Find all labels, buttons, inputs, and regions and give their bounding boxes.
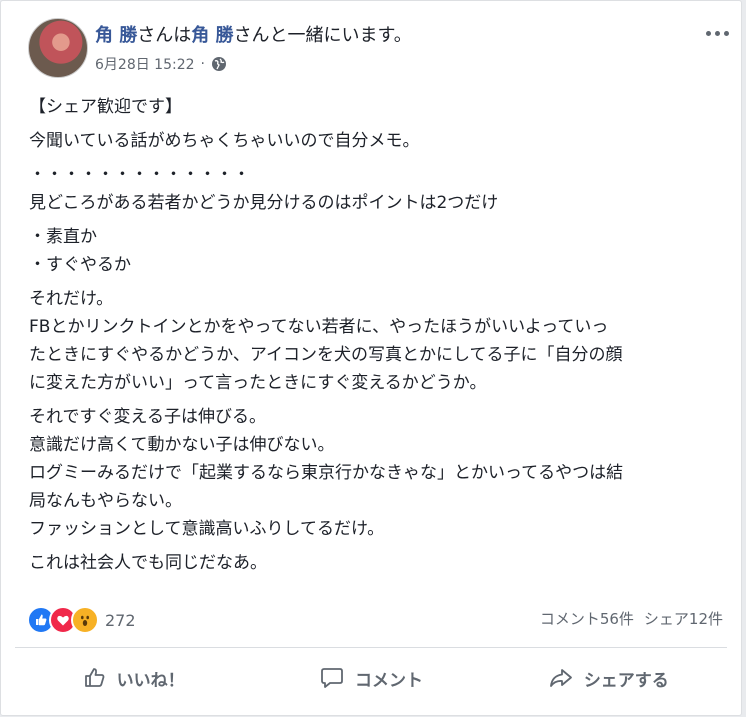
- post-body: 【シェア歓迎です】 今聞いている話がめちゃくちゃいいので自分メモ。 ・・・・・・…: [29, 93, 729, 577]
- share-count-link[interactable]: シェア12件: [644, 608, 723, 629]
- with-text-1: さんは: [137, 25, 192, 46]
- post-line: それですぐ変える子は伸びる。: [29, 407, 266, 427]
- comment-bubble-icon: [321, 668, 343, 688]
- share-arrow-icon: [549, 669, 572, 687]
- with-text-2: さんと一緒にいます。: [233, 25, 412, 46]
- like-button[interactable]: いいね！: [15, 652, 252, 704]
- post-line: 意識だけ高くて動かない子は伸びない。: [29, 435, 335, 455]
- post-line: これは社会人でも同じだなあ。: [29, 553, 267, 573]
- post-line: ファッションとして意識高いふりしてるだけ。: [29, 519, 385, 539]
- post-line: たときにすぐやるかどうか、アイコンを犬の写真とかにしてる子に「自分の顔: [29, 345, 623, 365]
- share-button[interactable]: シェアする: [490, 652, 727, 704]
- author-avatar[interactable]: [28, 18, 88, 78]
- wow-icon: [71, 606, 99, 634]
- post-line: ・・・・・・・・・・・・・: [29, 165, 250, 185]
- post-line: ・すぐやるか: [29, 255, 131, 275]
- timestamp-link[interactable]: 6月28日 15:22: [95, 54, 195, 74]
- thumbs-up-icon: [84, 668, 105, 687]
- post-line: ログミーみるだけで「起業するなら東京行かなきゃな」とかいってるやつは結: [29, 463, 624, 483]
- post-line: 見どころがある若者かどうか見分けるのはポイントは2つだけ: [29, 193, 499, 213]
- globe-icon[interactable]: [211, 56, 227, 72]
- action-bar: いいね！ コメント シェアする: [15, 652, 727, 704]
- share-button-label: シェアする: [583, 670, 669, 691]
- post-line: 今聞いている話がめちゃくちゃいいので自分メモ。: [29, 131, 420, 151]
- post-line: 【シェア歓迎です】: [29, 97, 182, 117]
- comment-button-label: コメント: [354, 670, 423, 691]
- like-button-label: いいね！: [116, 670, 185, 691]
- post-line: それだけ。: [29, 289, 114, 309]
- author-name-link[interactable]: 角 勝: [95, 25, 137, 46]
- post-line: ・素直か: [29, 227, 97, 247]
- comment-button[interactable]: コメント: [252, 652, 489, 704]
- post-line: 局なんもやらない。: [29, 491, 182, 511]
- post-card: 角 勝さんは角 勝さんと一緒にいます。 6月28日 15:22 · 【シェア歓迎…: [0, 0, 742, 716]
- reactions-summary[interactable]: 272: [27, 606, 136, 634]
- more-options-icon[interactable]: [701, 23, 733, 43]
- divider: [15, 647, 727, 648]
- post-line: に変えた方がいい」って言ったときにすぐ変えるかどうか。: [29, 373, 487, 393]
- post-meta: 6月28日 15:22 ·: [95, 54, 227, 74]
- author-line: 角 勝さんは角 勝さんと一緒にいます。: [95, 21, 412, 47]
- comment-count-link[interactable]: コメント56件: [540, 608, 634, 629]
- engagement-counts: コメント56件 シェア12件: [540, 608, 723, 629]
- tagged-name-link[interactable]: 角 勝: [191, 25, 233, 46]
- reaction-count: 272: [105, 610, 136, 630]
- post-line: FBとかリンクトインとかをやってない若者に、やったほうがいいよっていっ: [29, 317, 609, 337]
